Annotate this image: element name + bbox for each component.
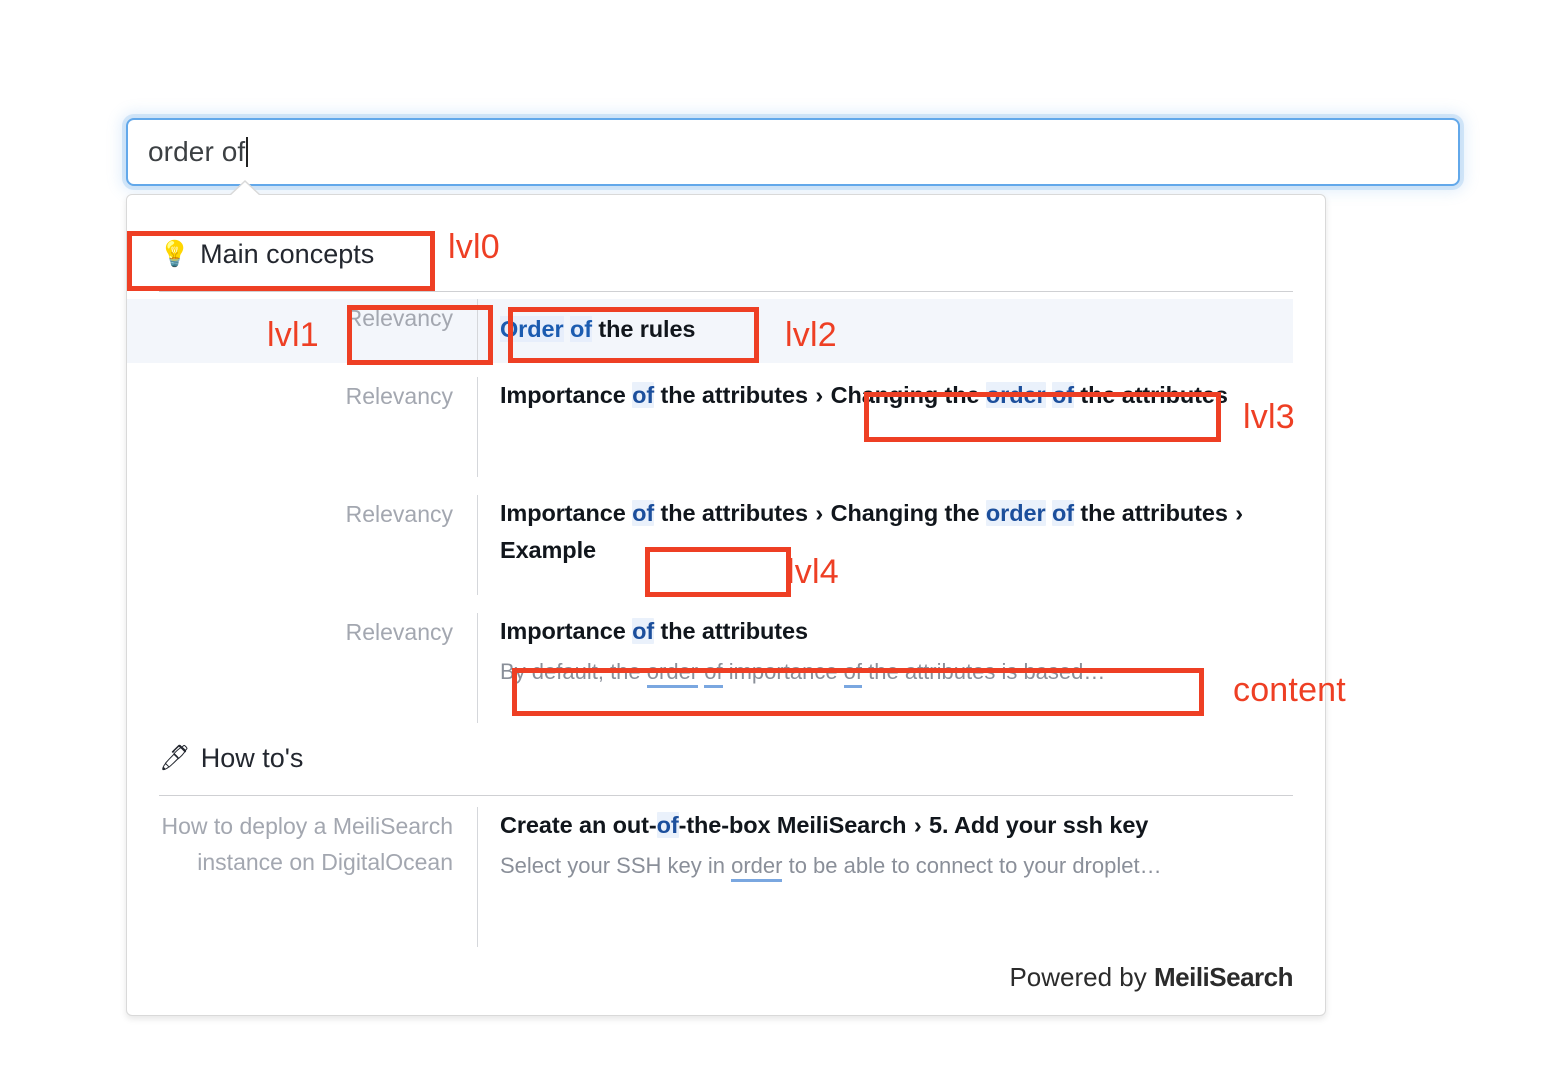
snippet-text: the attributes is based… [862, 659, 1106, 685]
result-row[interactable]: Relevancy Importance of the attributes ›… [127, 377, 1293, 477]
result-title: Importance of the attributes [500, 613, 1293, 650]
result-content: Importance of the attributes By default,… [477, 613, 1293, 723]
result-content: Order of the rules [477, 299, 1293, 363]
highlight-term: of [1051, 382, 1074, 408]
result-title: Order of the rules [500, 299, 1293, 348]
title-text: the attributes [1073, 382, 1228, 408]
highlight-term: of [632, 618, 655, 644]
highlight-term: of [704, 659, 723, 689]
result-snippet: Select your SSH key in order to be able … [500, 848, 1293, 883]
result-breadcrumb-left: Relevancy [345, 383, 453, 409]
highlight-term: of [1051, 500, 1074, 526]
search-input[interactable]: order of [126, 118, 1460, 186]
annotation-label-lvl4: lvl4 [787, 553, 839, 591]
result-content: Importance of the attributes › Changing … [477, 495, 1293, 595]
powered-by-label: Powered by [1009, 962, 1154, 992]
result-title: Importance of the attributes › Changing … [500, 377, 1293, 414]
highlight-term: of [569, 316, 592, 342]
title-text: -the-box MeiliSearch [678, 812, 913, 838]
title-text: the attributes [1073, 500, 1235, 526]
annotation-label-content: content [1233, 671, 1346, 709]
snippet-text: Select your SSH key in [500, 853, 732, 879]
section-title: Main concepts [200, 239, 375, 269]
section-divider [159, 795, 1293, 796]
snippet-text: importance [722, 659, 844, 685]
section-divider [159, 291, 1293, 292]
powered-by-footer[interactable]: Powered by MeiliSearch [1009, 962, 1293, 993]
section-header-main-concepts: 💡 Main concepts [159, 239, 374, 270]
highlight-term: of [632, 500, 655, 526]
search-input-value: order of [148, 136, 246, 167]
highlight-term: of [656, 812, 679, 838]
dropdown-arrow [230, 182, 260, 196]
pencil-icon: 🖊 [159, 744, 191, 772]
lightbulb-icon: 💡 [159, 240, 191, 268]
highlight-term: order [646, 659, 699, 689]
result-row[interactable]: How to deploy a MeiliSearch instance on … [127, 807, 1293, 947]
result-snippet: By default, the order of importance of t… [500, 654, 1293, 689]
snippet-text: By default, the [500, 659, 647, 685]
result-content: Create an out-of-the-box MeiliSearch › 5… [477, 807, 1293, 947]
breadcrumb-separator: › [913, 812, 922, 838]
section-header-how-tos: 🖊 How to's [159, 743, 303, 774]
breadcrumb-separator: › [815, 500, 824, 526]
result-row[interactable]: Relevancy Importance of the attributes B… [127, 613, 1293, 723]
highlight-term: of [632, 382, 655, 408]
title-text: the rules [591, 316, 696, 342]
title-text: the attributes [654, 500, 815, 526]
title-text: Importance [500, 618, 633, 644]
title-text: the attributes [654, 618, 809, 644]
meilisearch-brand: MeiliSearch [1153, 962, 1294, 992]
result-breadcrumb-left: Relevancy [345, 501, 453, 527]
title-text: the attributes [654, 382, 815, 408]
snippet-text: to be able to connect to your droplet… [782, 853, 1162, 879]
title-text: Importance [500, 500, 633, 526]
title-text: Create an out- [500, 812, 657, 838]
highlight-term: order [985, 500, 1046, 526]
title-text: Importance [500, 382, 633, 408]
result-row[interactable]: Relevancy Importance of the attributes ›… [127, 495, 1293, 595]
title-text: Example [500, 537, 596, 564]
annotation-label-lvl1: lvl1 [267, 316, 319, 354]
search-box-wrapper[interactable]: order of [126, 118, 1460, 186]
highlight-term: Order [500, 316, 564, 342]
highlight-term: order [985, 382, 1046, 408]
title-text: 5. Add your ssh key [922, 812, 1149, 838]
section-title: How to's [200, 743, 304, 773]
result-title: Create an out-of-the-box MeiliSearch › 5… [500, 807, 1293, 844]
highlight-term: order [731, 853, 783, 883]
result-breadcrumb-left: How to deploy a MeiliSearch instance on … [161, 813, 453, 875]
annotation-label-lvl3: lvl3 [1243, 398, 1295, 436]
breadcrumb-separator: › [1235, 500, 1243, 526]
highlight-term: of [843, 659, 863, 689]
breadcrumb-separator: › [815, 382, 824, 408]
result-breadcrumb-left: Relevancy [345, 619, 453, 645]
result-title: Importance of the attributes › Changing … [500, 495, 1293, 569]
text-caret [246, 137, 249, 167]
result-content: Importance of the attributes › Changing … [477, 377, 1293, 477]
title-text: Changing the [824, 382, 986, 408]
annotation-label-lvl2: lvl2 [785, 316, 837, 354]
title-text: Changing the [824, 500, 986, 526]
annotation-label-lvl0: lvl0 [448, 228, 500, 266]
